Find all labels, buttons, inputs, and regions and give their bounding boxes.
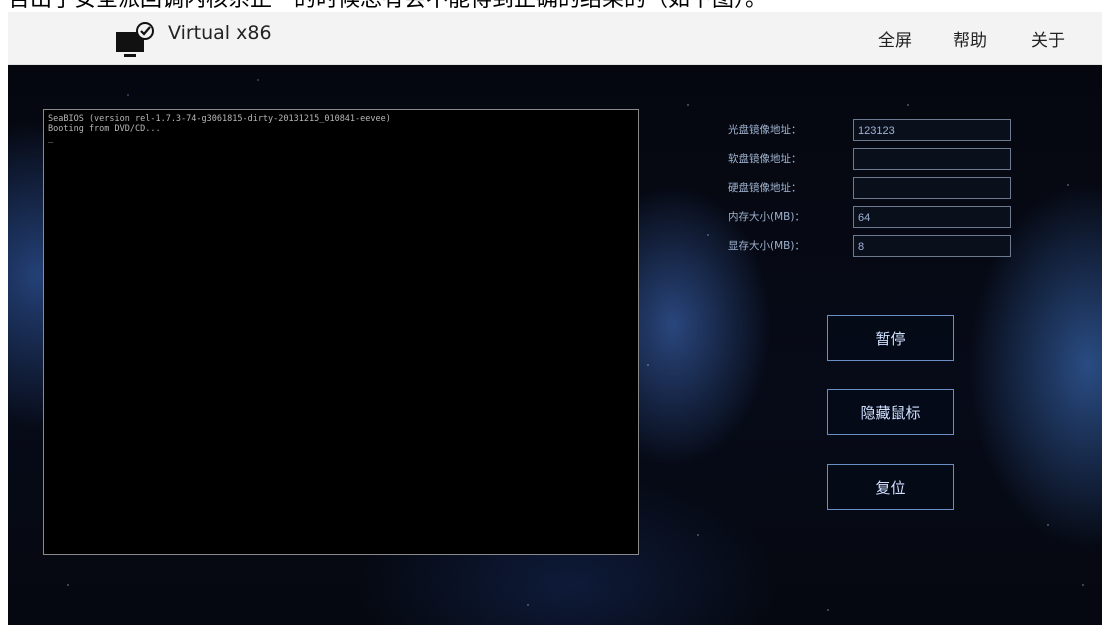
floppy-path-input[interactable] — [853, 148, 1011, 170]
cdrom-path-input[interactable]: 123123 — [853, 119, 1011, 141]
pause-button[interactable]: 暂停 — [827, 315, 954, 361]
console-line: _ — [48, 134, 54, 144]
vram-size-input[interactable]: 8 — [853, 235, 1011, 257]
memory-size-input[interactable]: 64 — [853, 206, 1011, 228]
monitor-check-icon — [116, 22, 154, 57]
page-caption: 告出了安全派回调内核系正一的时候总有会不能得到正确的结果的（如下图）。 — [0, 0, 1104, 12]
console-line: Booting from DVD/CD... — [48, 124, 161, 134]
floppy-row: 软盘镜像地址： — [728, 148, 1028, 172]
cdrom-label: 光盘镜像地址： — [728, 124, 802, 136]
hdd-row: 硬盘镜像地址： — [728, 177, 1028, 201]
app-window: Virtual x86 全屏 帮助 关于 SeaBIOS (version re… — [8, 12, 1102, 625]
hdd-path-input[interactable] — [853, 177, 1011, 199]
menu-help[interactable]: 帮助 — [953, 26, 987, 51]
console-line: SeaBIOS (version rel-1.7.3-74-g3061815-d… — [48, 114, 391, 124]
floppy-label: 软盘镜像地址： — [728, 153, 802, 165]
hdd-label: 硬盘镜像地址： — [728, 182, 802, 194]
app-title: Virtual x86 — [168, 22, 272, 44]
vm-console[interactable]: SeaBIOS (version rel-1.7.3-74-g3061815-d… — [43, 109, 639, 555]
emulator-body: SeaBIOS (version rel-1.7.3-74-g3061815-d… — [8, 65, 1102, 625]
memory-row: 内存大小(MB)： 64 — [728, 206, 1028, 230]
screenshot: 告出了安全派回调内核系正一的时候总有会不能得到正确的结果的（如下图）。 Virt… — [0, 0, 1104, 625]
vram-label: 显存大小(MB)： — [728, 240, 805, 252]
hide-mouse-button[interactable]: 隐藏鼠标 — [827, 389, 954, 435]
menu-about[interactable]: 关于 — [1031, 26, 1065, 51]
memory-label: 内存大小(MB)： — [728, 211, 805, 223]
titlebar: Virtual x86 全屏 帮助 关于 — [8, 12, 1102, 65]
reset-button[interactable]: 复位 — [827, 464, 954, 510]
menu-fullscreen[interactable]: 全屏 — [878, 26, 912, 51]
cdrom-row: 光盘镜像地址： 123123 — [728, 119, 1028, 143]
vram-row: 显存大小(MB)： 8 — [728, 235, 1028, 259]
